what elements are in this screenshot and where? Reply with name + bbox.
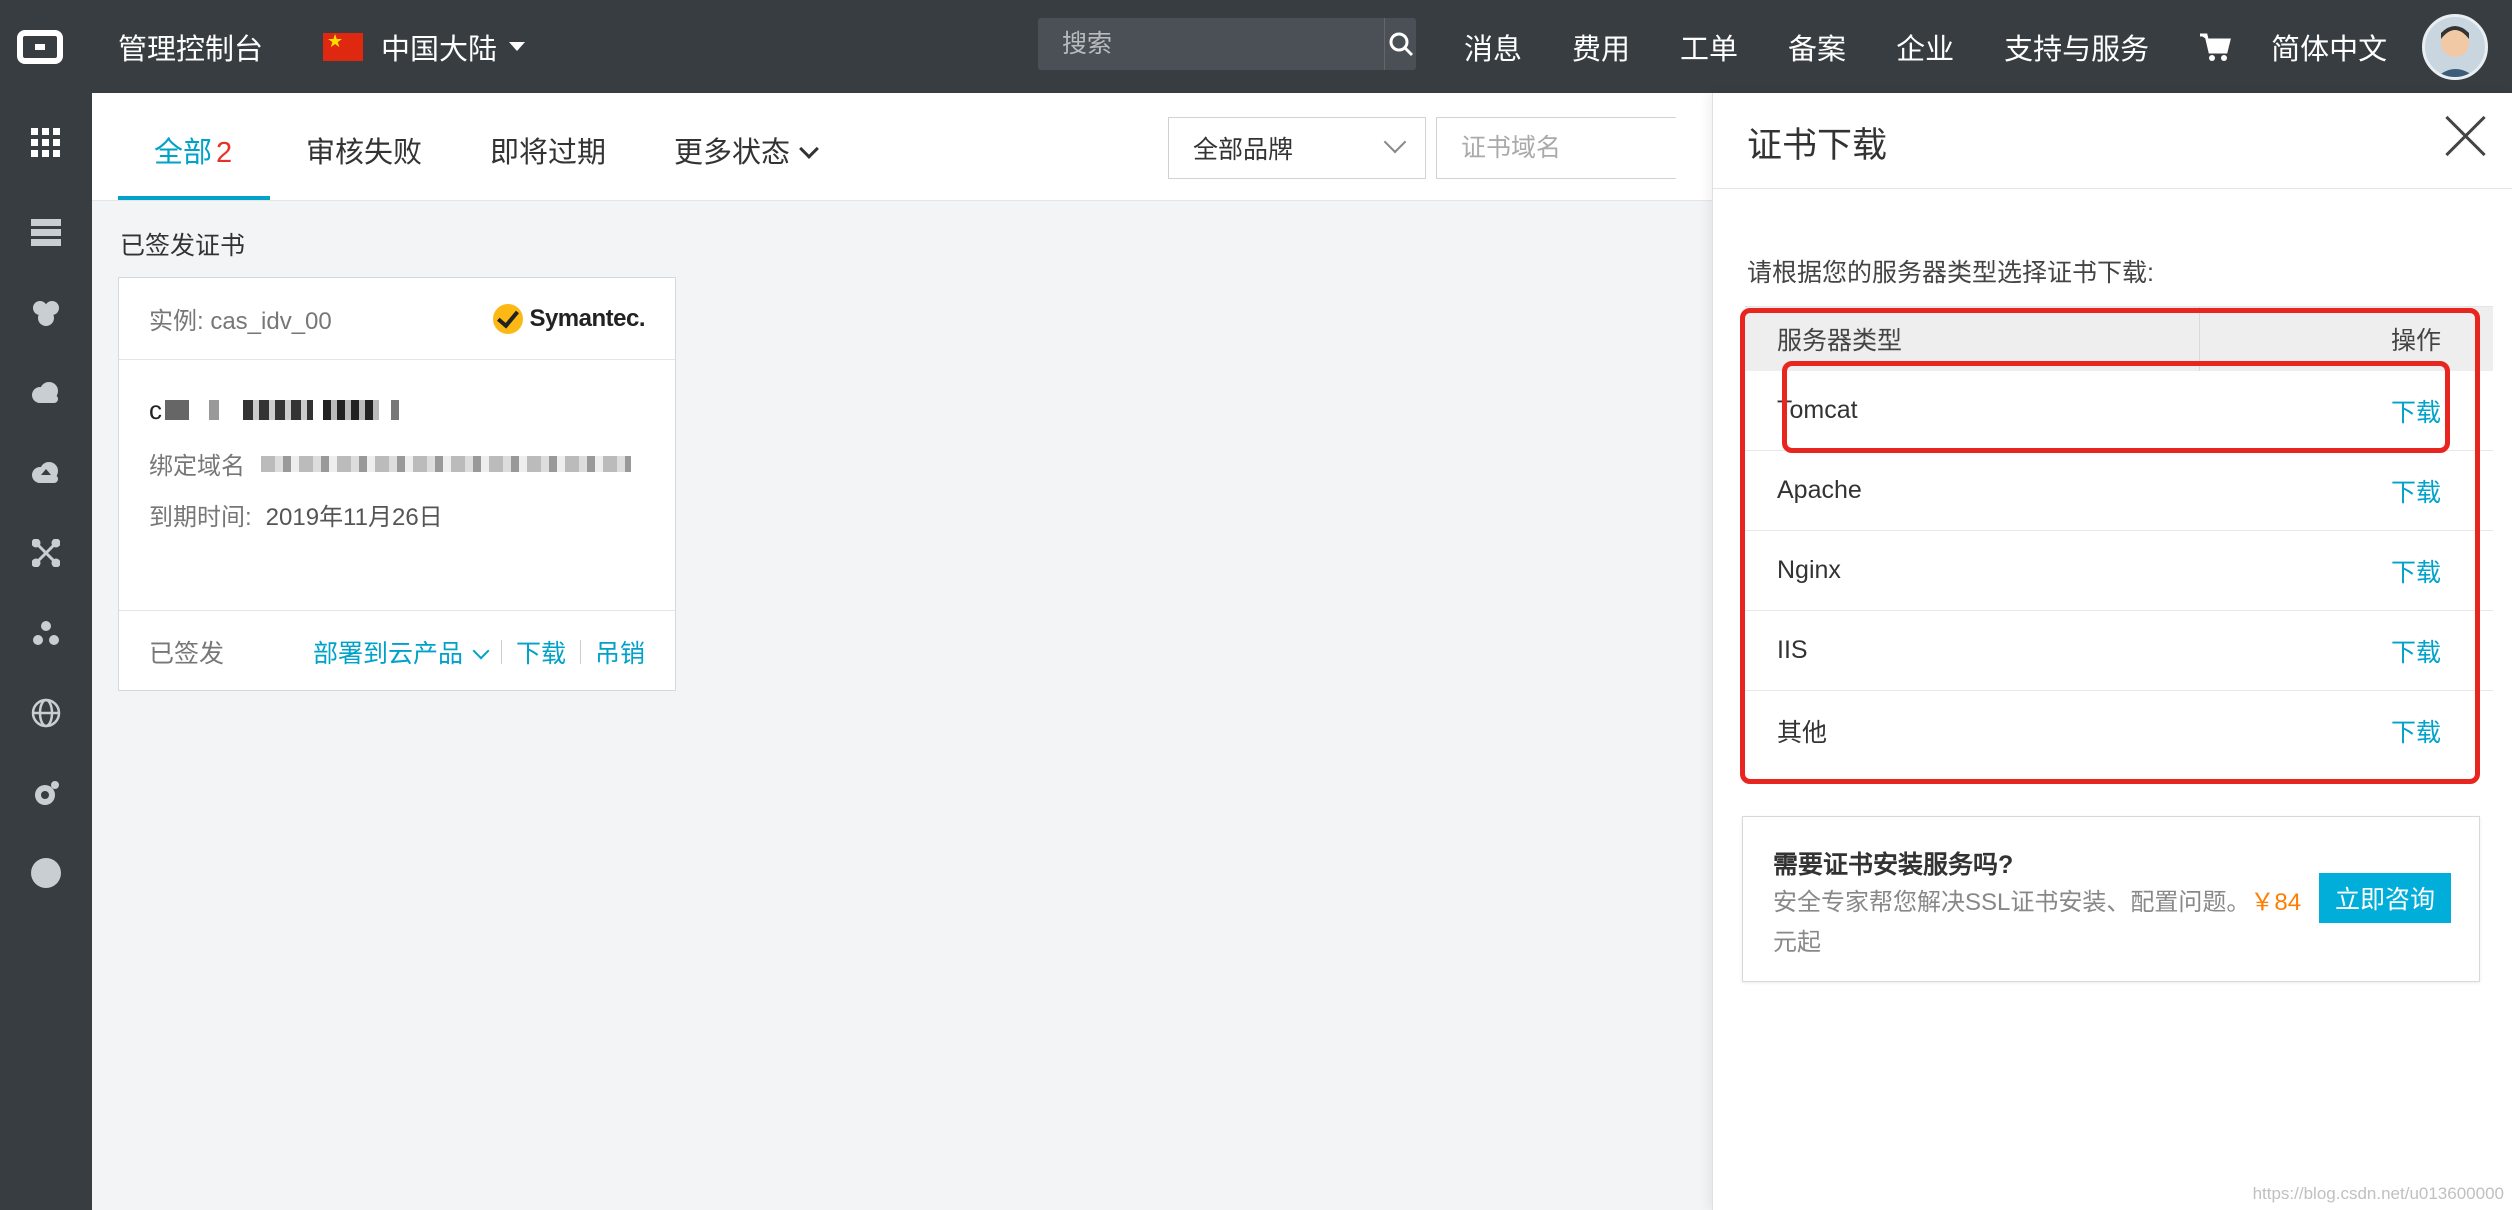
grid-icon[interactable] (26, 123, 66, 163)
chevron-down-icon (472, 642, 490, 659)
section-title: 已签发证书 (120, 232, 246, 260)
card-header: 实例: cas_idv_00 Symantec. (119, 278, 675, 360)
tab-all[interactable]: 全部 2 (154, 129, 232, 171)
card-footer: 已签发 部署到云产品 下载 吊销 (119, 610, 675, 692)
symantec-logo: Symantec. (493, 303, 645, 334)
language-selector[interactable]: 简体中文 (2271, 26, 2387, 68)
server-icon[interactable] (26, 213, 66, 253)
circle-icon[interactable] (26, 853, 66, 893)
service-price: ￥84 (2250, 889, 2302, 916)
install-service-promo: 需要证书安装服务吗? 安全专家帮您解决SSL证书安装、配置问题。￥84 元起 立… (1742, 816, 2480, 982)
download-instruction: 请根据您的服务器类型选择证书下载: (1747, 259, 2154, 287)
card-download-link[interactable]: 下载 (516, 634, 566, 670)
brand-select-value: 全部品牌 (1193, 136, 1294, 164)
cert-status: 已签发 (149, 639, 225, 668)
deploy-to-cloud-button[interactable]: 部署到云产品 (313, 634, 490, 670)
drawer-header: 证书下载 (1713, 93, 2512, 189)
card-body: c 绑定域名 到期时间: 2019年11月26日 (119, 360, 675, 610)
watermark: https://blog.csdn.net/u013600000 (2252, 1184, 2504, 1203)
user-avatar[interactable] (2422, 14, 2488, 80)
caret-down-icon (509, 42, 526, 51)
nav-billing[interactable]: 费用 (1572, 26, 1630, 68)
nav-filing[interactable]: 备案 (1788, 26, 1846, 68)
region-label: 中国大陆 (381, 33, 498, 66)
domain-search-input[interactable] (1436, 117, 1676, 179)
network-icon[interactable] (26, 533, 66, 573)
region-selector[interactable]: 中国大陆 (323, 26, 526, 68)
brand-select[interactable]: 全部品牌 (1168, 117, 1426, 179)
share-nodes-icon[interactable] (26, 613, 66, 653)
highlight-tomcat-outline (1782, 361, 2450, 453)
chevron-down-icon (799, 139, 819, 159)
instance-id: 实例: cas_idv_00 (149, 308, 332, 335)
top-bar: 管理控制台 中国大陆 消息 费用 工单 备案 企业 支持与服务 简体中文 (0, 0, 2512, 93)
nav-tickets[interactable]: 工单 (1680, 26, 1738, 68)
cloud-upload-icon[interactable] (26, 453, 66, 493)
expiry-value: 2019年11月26日 (265, 504, 443, 531)
tab-review-failed[interactable]: 审核失败 (306, 129, 422, 171)
certificate-name: c (149, 390, 645, 430)
symantec-check-icon (493, 303, 524, 334)
console-title[interactable]: 管理控制台 (118, 26, 263, 68)
close-icon[interactable] (2443, 113, 2489, 159)
nav-support[interactable]: 支持与服务 (2004, 26, 2149, 68)
service-price-unit: 元起 (1773, 929, 1821, 956)
drawer-title: 证书下载 (1747, 126, 1888, 165)
bound-domain: 绑定域名 (149, 446, 645, 481)
search-button[interactable] (1384, 18, 1416, 70)
monitor-icon[interactable] (26, 773, 66, 813)
search-icon (1389, 32, 1413, 57)
nav-messages[interactable]: 消息 (1464, 26, 1522, 68)
top-nav: 消息 费用 工单 备案 企业 支持与服务 简体中文 (1464, 0, 2437, 93)
aliyun-logo-icon[interactable] (0, 0, 80, 93)
service-description: 安全专家帮您解决SSL证书安装、配置问题。￥84 元起 (1773, 889, 2302, 956)
cloud-icon[interactable] (26, 373, 66, 413)
active-tab-indicator (118, 196, 270, 200)
consult-now-button[interactable]: 立即咨询 (2319, 873, 2451, 923)
bound-domain-value (261, 455, 631, 472)
tab-expiring[interactable]: 即将过期 (490, 129, 606, 171)
service-title: 需要证书安装服务吗? (1773, 851, 2014, 879)
tab-more-status[interactable]: 更多状态 (674, 129, 819, 171)
revoke-link[interactable]: 吊销 (595, 634, 645, 670)
cluster-icon[interactable] (26, 293, 66, 333)
nav-enterprise[interactable]: 企业 (1896, 26, 1954, 68)
cart-icon[interactable] (2199, 32, 2232, 62)
expiry: 到期时间: 2019年11月26日 (149, 497, 645, 532)
search-input[interactable] (1038, 18, 1384, 70)
globe-icon[interactable] (26, 693, 66, 733)
chevron-down-icon (1383, 130, 1407, 154)
tab-all-count: 2 (216, 137, 233, 169)
certificate-card: 实例: cas_idv_00 Symantec. c 绑定域名 到期时间: 20… (118, 277, 676, 691)
left-sidebar (0, 93, 92, 1210)
global-search (1038, 18, 1416, 70)
china-flag-icon (323, 31, 364, 61)
